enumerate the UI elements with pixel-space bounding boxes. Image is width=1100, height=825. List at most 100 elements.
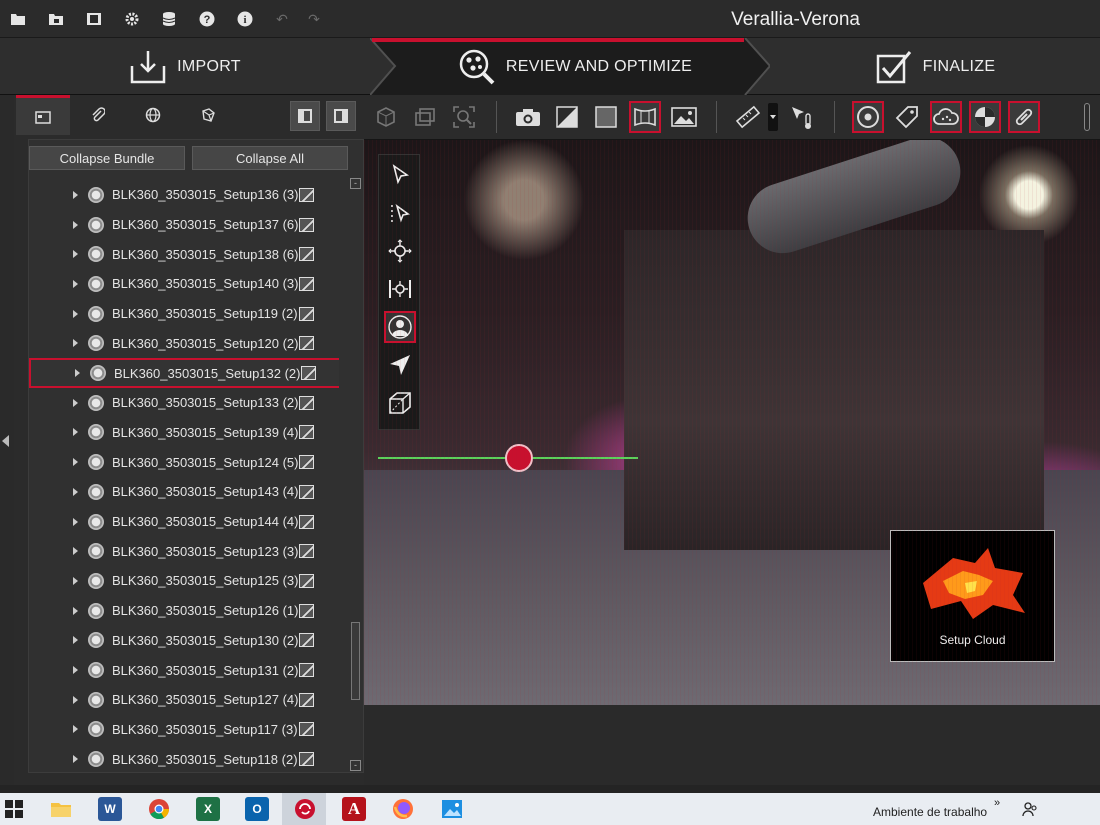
setup-list-item[interactable]: BLK360_3503015_Setup123 (3): [29, 536, 339, 566]
toolbar-overflow-handle[interactable]: [1082, 101, 1092, 133]
image-preview-icon[interactable]: [299, 752, 314, 767]
image-preview-icon[interactable]: [299, 425, 314, 440]
export-icon[interactable]: [86, 11, 102, 27]
cube-box-icon[interactable]: [384, 387, 416, 419]
pick-temperature-icon[interactable]: [786, 101, 818, 133]
setup-list-item[interactable]: BLK360_3503015_Setup125 (3): [29, 566, 339, 596]
expand-arrow-icon[interactable]: [73, 725, 78, 734]
selected-target-marker[interactable]: [505, 444, 533, 472]
scroll-collapse-top-button[interactable]: -: [350, 178, 361, 189]
collapse-bundle-button[interactable]: Collapse Bundle: [29, 146, 185, 170]
excel-icon[interactable]: X: [196, 797, 220, 821]
setup-list-item[interactable]: BLK360_3503015_Setup131 (2): [29, 655, 339, 685]
gear-icon[interactable]: [124, 11, 140, 27]
redo-icon[interactable]: ↷: [306, 11, 322, 27]
fence-select-icon[interactable]: [384, 197, 416, 229]
help-icon[interactable]: ?: [199, 11, 215, 27]
target-toggle-button[interactable]: [852, 101, 884, 133]
tag-icon[interactable]: [891, 101, 923, 133]
image-preview-icon[interactable]: [299, 692, 314, 707]
setup-list-item[interactable]: BLK360_3503015_Setup120 (2): [29, 329, 339, 359]
scrollbar-thumb[interactable]: [351, 622, 360, 700]
undo-icon[interactable]: ↶: [274, 11, 290, 27]
setup-list-item[interactable]: BLK360_3503015_Setup144 (4): [29, 507, 339, 537]
setup-list-item[interactable]: BLK360_3503015_Setup143 (4): [29, 477, 339, 507]
image-preview-icon[interactable]: [299, 276, 314, 291]
expand-arrow-icon[interactable]: [73, 190, 78, 199]
layers-icon[interactable]: [409, 101, 441, 133]
setup-list-item[interactable]: BLK360_3503015_Setup127 (4): [29, 685, 339, 715]
image-view-icon[interactable]: [668, 101, 700, 133]
zoom-extents-icon[interactable]: [448, 101, 480, 133]
file-explorer-icon[interactable]: [49, 797, 73, 821]
expand-arrow-icon[interactable]: [73, 458, 78, 467]
tab-geo[interactable]: [126, 95, 180, 135]
info-icon[interactable]: i: [237, 11, 253, 27]
firefox-icon[interactable]: [391, 797, 415, 821]
cloud-toggle-button[interactable]: [930, 101, 962, 133]
checker-target-button[interactable]: [969, 101, 1001, 133]
chrome-icon[interactable]: [147, 797, 171, 821]
measure-dropdown[interactable]: [766, 101, 780, 133]
camera-icon[interactable]: [512, 101, 544, 133]
orbit-icon[interactable]: [384, 235, 416, 267]
word-icon[interactable]: W: [98, 797, 122, 821]
database-icon[interactable]: [161, 11, 177, 27]
panorama-viewport[interactable]: Setup Cloud: [364, 140, 1100, 705]
setup-list-item[interactable]: BLK360_3503015_Setup124 (5): [29, 447, 339, 477]
tab-attachments[interactable]: [71, 95, 125, 135]
image-preview-icon[interactable]: [299, 722, 314, 737]
collapse-all-button[interactable]: Collapse All: [192, 146, 348, 170]
expand-arrow-icon[interactable]: [73, 487, 78, 496]
setup-list-item[interactable]: BLK360_3503015_Setup118 (2): [29, 744, 339, 774]
pan-horizontal-icon[interactable]: [384, 273, 416, 305]
panorama-view-button[interactable]: [629, 101, 661, 133]
left-panel-collapse-handle[interactable]: [0, 95, 14, 785]
tab-bundle[interactable]: [16, 95, 70, 135]
photos-icon[interactable]: [440, 797, 464, 821]
setup-list-item[interactable]: BLK360_3503015_Setup130 (2): [29, 626, 339, 656]
setup-list-item[interactable]: BLK360_3503015_Setup138 (6): [29, 239, 339, 269]
step-review-and-optimize[interactable]: REVIEW AND OPTIMIZE: [395, 38, 755, 95]
image-preview-icon[interactable]: [299, 395, 314, 410]
expand-arrow-icon[interactable]: [73, 606, 78, 615]
image-preview-icon[interactable]: [299, 484, 314, 499]
image-preview-icon[interactable]: [299, 187, 314, 202]
step-finalize[interactable]: FINALIZE: [770, 38, 1100, 95]
cyclone-register-icon[interactable]: [293, 797, 317, 821]
image-preview-icon[interactable]: [299, 603, 314, 618]
image-preview-icon[interactable]: [299, 514, 314, 529]
setup-list-item[interactable]: BLK360_3503015_Setup132 (2): [29, 358, 339, 388]
expand-arrow-icon[interactable]: [73, 576, 78, 585]
square-view-icon[interactable]: [590, 101, 622, 133]
image-preview-icon[interactable]: [299, 217, 314, 232]
select-cursor-icon[interactable]: [384, 159, 416, 191]
expand-arrow-icon[interactable]: [73, 636, 78, 645]
setup-list-item[interactable]: BLK360_3503015_Setup126 (1): [29, 596, 339, 626]
image-preview-icon[interactable]: [299, 544, 314, 559]
expand-arrow-icon[interactable]: [73, 695, 78, 704]
expand-arrow-icon[interactable]: [73, 309, 78, 318]
fly-paper-plane-icon[interactable]: [384, 349, 416, 381]
tab-links[interactable]: [181, 95, 235, 135]
image-preview-icon[interactable]: [301, 366, 316, 381]
expand-arrow-icon[interactable]: [73, 339, 78, 348]
expand-arrow-icon[interactable]: [73, 220, 78, 229]
expand-arrow-icon[interactable]: [73, 517, 78, 526]
person-view-button[interactable]: [384, 311, 416, 343]
panel-layout-button-2[interactable]: [326, 101, 356, 131]
expand-arrow-icon[interactable]: [73, 547, 78, 556]
expand-arrow-icon[interactable]: [73, 428, 78, 437]
link-setups-button[interactable]: [1008, 101, 1040, 133]
setup-list-item[interactable]: BLK360_3503015_Setup133 (2): [29, 388, 339, 418]
image-preview-icon[interactable]: [299, 306, 314, 321]
people-icon[interactable]: [1022, 801, 1038, 817]
image-preview-icon[interactable]: [299, 663, 314, 678]
contrast-icon[interactable]: [551, 101, 583, 133]
expand-arrow-icon[interactable]: [73, 279, 78, 288]
windows-start-icon[interactable]: [2, 797, 26, 821]
image-preview-icon[interactable]: [299, 573, 314, 588]
setup-cloud-minimap[interactable]: Setup Cloud: [890, 530, 1055, 662]
scroll-collapse-bottom-button[interactable]: -: [350, 760, 361, 771]
step-import[interactable]: IMPORT: [0, 38, 370, 95]
